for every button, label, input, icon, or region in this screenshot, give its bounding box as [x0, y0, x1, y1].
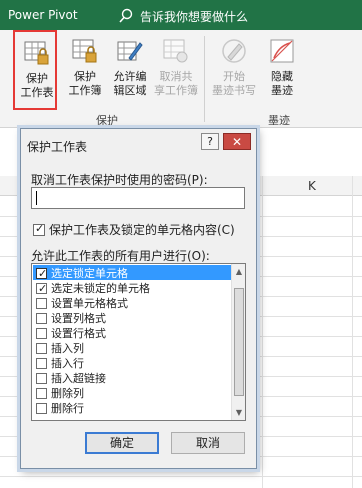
protect-sheet-checkbox[interactable]: [33, 222, 45, 236]
protect-group-label: 保护: [96, 114, 118, 127]
list-item-label[interactable]: 设置行格式: [51, 327, 106, 340]
list-item-label[interactable]: 选定未锁定的单元格: [51, 282, 150, 295]
list-item-checkbox[interactable]: [36, 281, 47, 296]
list-item-label[interactable]: 插入行: [51, 357, 84, 370]
column-header-k[interactable]: K: [308, 179, 316, 193]
grid-line: [262, 176, 263, 488]
list-item[interactable]: 删除列: [33, 385, 231, 400]
hide-ink-icon: [270, 39, 294, 63]
list-scrollbar[interactable]: ▲ ▼: [231, 264, 245, 420]
list-item[interactable]: 设置列格式: [33, 310, 231, 325]
ribbon-review: 保护 工作表 保护 工作簿 允许编 辑区域 取消共 享工作簿 保护 开始 墨迹书…: [0, 30, 362, 128]
list-item-checkbox[interactable]: [36, 312, 47, 324]
list-item-checkbox[interactable]: [36, 387, 47, 399]
protect-sheet-checkbox-label[interactable]: 保护工作表及锁定的单元格内容(C): [49, 223, 235, 237]
list-item[interactable]: 设置行格式: [33, 325, 231, 340]
unshare-workbook-label-1: 取消共: [159, 70, 193, 83]
protect-sheet-label-1: 保护: [26, 72, 48, 85]
text-caret: [36, 191, 37, 205]
unshare-workbook-icon: [163, 39, 188, 63]
allow-edit-ranges-icon: [117, 41, 143, 61]
start-inking-icon: [222, 39, 246, 63]
list-item[interactable]: 插入超链接: [33, 370, 231, 385]
list-item-checkbox[interactable]: [36, 357, 47, 369]
scroll-up-arrow-icon[interactable]: ▲: [232, 264, 245, 279]
list-item[interactable]: 插入列: [33, 340, 231, 355]
protect-workbook-button[interactable]: 保护 工作簿: [63, 30, 107, 110]
hide-ink-label-2: 墨迹: [271, 84, 293, 97]
ok-button[interactable]: 确定: [85, 432, 159, 454]
scroll-down-arrow-icon[interactable]: ▼: [232, 405, 245, 420]
scroll-thumb[interactable]: [234, 288, 244, 396]
start-inking-label-2: 墨迹书写: [212, 84, 256, 97]
protect-sheet-checkbox-row[interactable]: 保护工作表及锁定的单元格内容(C): [33, 221, 235, 237]
protect-workbook-icon: [72, 39, 97, 63]
list-item-label[interactable]: 选定锁定单元格: [51, 267, 128, 280]
close-button[interactable]: ✕: [223, 133, 251, 150]
grid-line: [0, 476, 362, 477]
protect-workbook-label-2: 工作簿: [68, 84, 102, 97]
list-item[interactable]: 设置单元格格式: [33, 295, 231, 310]
allow-edit-ranges-label-2: 辑区域: [113, 84, 147, 97]
dialog-body: 取消工作表保护时使用的密码(P): 保护工作表及锁定的单元格内容(C) 允许此工…: [25, 155, 254, 466]
help-button[interactable]: ?: [201, 133, 219, 150]
list-item-checkbox[interactable]: [36, 372, 47, 384]
hide-ink-button[interactable]: 隐藏 墨迹: [260, 30, 304, 110]
allow-edit-ranges-label-1: 允许编: [113, 70, 147, 83]
permissions-list[interactable]: 选定锁定单元格 选定未锁定的单元格 设置单元格格式 设置列格式 设置行格式 插入…: [31, 263, 246, 421]
list-item-checkbox[interactable]: [36, 297, 47, 309]
start-inking-label-1: 开始: [223, 70, 245, 83]
title-bar: Power Pivot 告诉我你想要做什么: [0, 0, 362, 30]
list-item-label[interactable]: 插入列: [51, 342, 84, 355]
unshare-workbook-button[interactable]: 取消共 享工作簿: [154, 30, 198, 110]
list-item-label[interactable]: 插入超链接: [51, 372, 106, 385]
hide-ink-label-1: 隐藏: [271, 70, 293, 83]
cancel-button[interactable]: 取消: [171, 432, 245, 454]
protect-sheet-icon: [24, 41, 49, 65]
allow-edit-ranges-button[interactable]: 允许编 辑区域: [108, 30, 152, 110]
protect-workbook-label-1: 保护: [74, 70, 96, 83]
list-item[interactable]: 选定锁定单元格: [33, 265, 231, 281]
list-item-checkbox[interactable]: [36, 327, 47, 339]
list-item[interactable]: 选定未锁定的单元格: [33, 280, 231, 296]
list-item-label[interactable]: 设置列格式: [51, 312, 106, 325]
lightbulb-search-icon[interactable]: [118, 8, 134, 24]
dialog-title[interactable]: 保护工作表: [27, 138, 87, 155]
protect-sheet-dialog: 保护工作表 ? ✕ 取消工作表保护时使用的密码(P): 保护工作表及锁定的单元格…: [20, 128, 257, 469]
list-item-label[interactable]: 删除列: [51, 387, 84, 400]
grid-line: [352, 176, 353, 488]
start-inking-button[interactable]: 开始 墨迹书写: [212, 30, 256, 110]
password-label: 取消工作表保护时使用的密码(P):: [31, 173, 208, 187]
unshare-workbook-label-2: 享工作簿: [154, 84, 198, 97]
list-item-checkbox[interactable]: [36, 266, 47, 281]
list-item-checkbox[interactable]: [36, 402, 47, 414]
list-item-checkbox[interactable]: [36, 342, 47, 354]
protect-sheet-button[interactable]: 保护 工作表: [13, 30, 57, 110]
list-item-label[interactable]: 删除行: [51, 402, 84, 415]
allow-users-label: 允许此工作表的所有用户进行(O):: [31, 249, 210, 263]
group-separator: [204, 36, 205, 122]
list-item-label[interactable]: 设置单元格格式: [51, 297, 128, 310]
list-item[interactable]: 删除行: [33, 400, 231, 415]
ink-group-label: 墨迹: [268, 114, 290, 127]
protect-sheet-label-2: 工作表: [20, 86, 54, 99]
password-input[interactable]: [31, 187, 245, 209]
tell-me-search[interactable]: 告诉我你想要做什么: [140, 8, 248, 25]
list-item[interactable]: 插入行: [33, 355, 231, 370]
power-pivot-tab[interactable]: Power Pivot: [8, 8, 78, 22]
